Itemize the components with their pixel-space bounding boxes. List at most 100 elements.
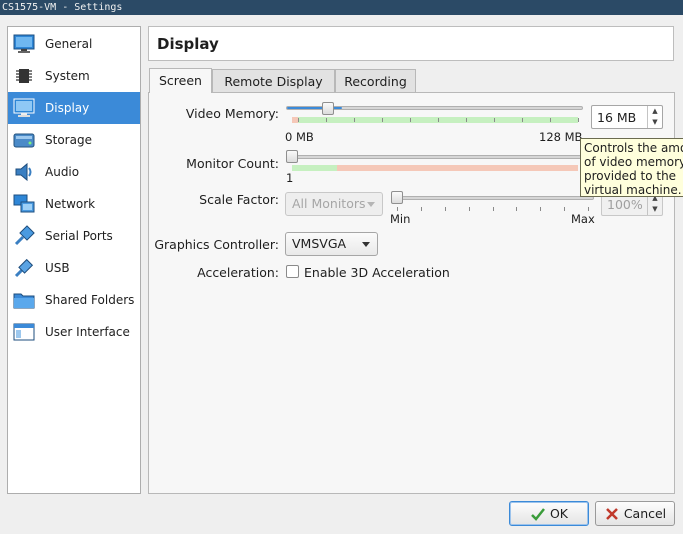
tooltip-line: Controls the amo <box>584 141 683 155</box>
scale-factor-monitor-value: All Monitors <box>292 196 366 211</box>
video-memory-tooltip: Controls the amo of video memory provide… <box>580 138 683 197</box>
slider-tick <box>468 207 470 211</box>
display-monitor-icon <box>12 96 36 120</box>
monitor-count-slider-handle[interactable] <box>286 150 298 163</box>
cancel-button-label: Cancel <box>623 506 667 521</box>
tab-remote-display[interactable]: Remote Display <box>212 69 335 93</box>
slider-tick <box>420 207 422 211</box>
page-header: Display <box>148 26 674 61</box>
tab-screen-label: Screen <box>159 73 202 88</box>
tab-recording[interactable]: Recording <box>335 69 416 93</box>
monitor-count-warn-zone <box>337 165 578 171</box>
window-title: CS1575-VM - Settings <box>0 0 683 15</box>
scale-factor-monitor-select[interactable]: All Monitors <box>285 192 383 216</box>
video-memory-label: Video Memory: <box>185 106 279 121</box>
slider-tick <box>438 118 439 122</box>
enable-3d-acceleration-label[interactable]: Enable 3D Acceleration <box>304 265 450 280</box>
slider-tick <box>550 118 551 122</box>
slider-tick <box>397 207 398 211</box>
graphics-controller-label: Graphics Controller: <box>154 237 279 252</box>
monitor-count-min-label: 1 <box>286 171 294 185</box>
spin-up-arrow-icon[interactable]: ▲ <box>648 106 662 117</box>
video-memory-max-label: 128 MB <box>539 130 583 144</box>
ok-button-label: OK <box>549 506 569 521</box>
scale-factor-slider-handle[interactable] <box>391 191 403 204</box>
scale-factor-slider-groove <box>391 196 594 200</box>
slider-tick <box>298 118 299 122</box>
scale-factor-max-label: Max <box>571 212 595 226</box>
scale-factor-min-label: Min <box>390 212 411 226</box>
monitor-count-slider-groove <box>286 155 583 159</box>
network-icon <box>12 192 36 216</box>
sidebar-item-label: System <box>45 69 90 83</box>
sidebar-item-storage[interactable]: Storage <box>8 124 140 156</box>
checkmark-icon <box>530 506 546 522</box>
slider-tick <box>326 118 327 122</box>
slider-tick <box>522 118 523 122</box>
sidebar-item-label: User Interface <box>45 325 130 339</box>
serial-port-icon <box>12 224 36 248</box>
tab-screen[interactable]: Screen <box>149 68 212 93</box>
slider-tick <box>588 207 589 211</box>
sidebar-item-label: Storage <box>45 133 92 147</box>
slider-tick <box>540 207 542 211</box>
spin-down-arrow-icon[interactable]: ▼ <box>648 117 662 128</box>
slider-tick <box>492 207 494 211</box>
tooltip-line: virtual machine. <box>584 183 682 197</box>
storage-icon <box>12 128 36 152</box>
slider-tick <box>382 118 383 122</box>
monitor-count-ok-zone <box>292 165 337 171</box>
sidebar-item-general[interactable]: General <box>8 28 140 60</box>
sidebar-item-shared-folders[interactable]: Shared Folders <box>8 284 140 316</box>
monitor-count-label: Monitor Count: <box>186 156 279 171</box>
sidebar-item-label: Serial Ports <box>45 229 113 243</box>
video-memory-slider-handle[interactable] <box>321 102 334 115</box>
sidebar-item-label: Audio <box>45 165 80 179</box>
sidebar-item-label: Display <box>45 101 90 115</box>
folder-icon <box>12 288 36 312</box>
slider-tick <box>516 207 518 211</box>
graphics-controller-select[interactable]: VMSVGA <box>285 232 378 256</box>
sidebar-item-serial-ports[interactable]: Serial Ports <box>8 220 140 252</box>
tooltip-line: provided to the <box>584 169 677 183</box>
slider-tick <box>564 207 566 211</box>
video-memory-min-label: 0 MB <box>285 130 314 144</box>
usb-icon <box>12 256 36 280</box>
sidebar-item-label: Shared Folders <box>45 293 135 307</box>
ok-button[interactable]: OK <box>509 501 589 526</box>
enable-3d-acceleration-checkbox[interactable] <box>286 265 299 278</box>
tab-remote-display-label: Remote Display <box>224 74 323 89</box>
close-icon <box>604 506 620 522</box>
sidebar-item-display[interactable]: Display <box>8 92 140 124</box>
page-title: Display <box>157 35 219 53</box>
sidebar-item-user-interface[interactable]: User Interface <box>8 316 140 348</box>
sidebar-item-system[interactable]: System <box>8 60 140 92</box>
sidebar-item-label: General <box>45 37 93 51</box>
user-interface-icon <box>12 320 36 344</box>
chevron-down-icon <box>362 242 370 247</box>
slider-tick <box>466 118 467 122</box>
video-memory-spinbox[interactable]: 16 MB ▲ ▼ <box>591 105 663 129</box>
video-memory-spin-buttons: ▲ ▼ <box>647 106 662 128</box>
system-chip-icon <box>12 64 36 88</box>
tab-recording-label: Recording <box>344 74 407 89</box>
sidebar-item-network[interactable]: Network <box>8 188 140 220</box>
tooltip-line: of video memory <box>584 155 683 169</box>
sidebar-item-audio[interactable]: Audio <box>8 156 140 188</box>
video-memory-value: 16 MB <box>597 110 637 125</box>
settings-sidebar: General System Display Storage Audio Net… <box>7 26 141 494</box>
sidebar-item-label: Network <box>45 197 96 211</box>
scale-factor-value: 100% <box>607 197 643 212</box>
slider-tick <box>410 118 411 122</box>
spin-down-arrow-icon[interactable]: ▼ <box>648 204 662 215</box>
scale-factor-label: Scale Factor: <box>199 192 279 207</box>
slider-tick <box>354 118 355 122</box>
graphics-controller-value: VMSVGA <box>292 236 347 251</box>
cancel-button[interactable]: Cancel <box>595 501 675 526</box>
sidebar-item-label: USB <box>45 261 70 275</box>
slider-tick <box>444 207 446 211</box>
sidebar-item-usb[interactable]: USB <box>8 252 140 284</box>
acceleration-label: Acceleration: <box>197 265 279 280</box>
general-icon <box>12 32 36 56</box>
audio-speaker-icon <box>12 160 36 184</box>
